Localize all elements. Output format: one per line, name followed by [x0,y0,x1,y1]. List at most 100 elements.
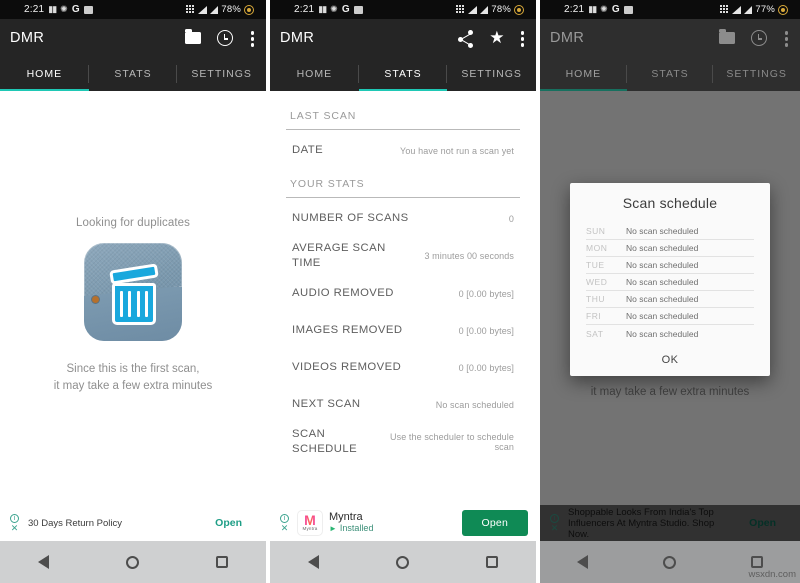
app-bar: DMR ★ [270,19,536,57]
row-label: VIDEOS REMOVED [292,361,402,373]
row-label: NUMBER OF SCANS [292,212,409,224]
trash-bin-icon [109,263,159,325]
ad-open-button[interactable]: Open [461,510,528,536]
table-row[interactable]: NUMBER OF SCANS 0 [286,200,520,237]
nav-home-icon[interactable] [125,555,139,569]
signal-icon-2 [744,5,753,14]
tab-home[interactable]: HOME [540,57,627,91]
status-bar-left: 2:21 ▮▮ ✺ G [276,4,363,15]
ad-close-icon[interactable]: ✕ [11,524,19,533]
stats-list: LAST SCAN DATE You have not run a scan y… [270,91,536,521]
row-value: You have not run a scan yet [400,145,514,156]
row-value: Use the scheduler to schedule scan [390,432,514,452]
nav-back-icon[interactable] [38,555,50,569]
tab-home[interactable]: HOME [0,57,89,91]
table-row[interactable]: SCAN SCHEDULE Use the scheduler to sched… [286,423,520,461]
app-bar-actions [718,29,791,47]
ad-info-icon[interactable]: i [280,514,289,523]
app-title: DMR [10,30,45,46]
mail-icon: ▮▮ [318,4,327,14]
overflow-menu-icon[interactable] [250,31,254,47]
day-label: THU [586,294,605,304]
tab-settings[interactable]: SETTINGS [713,57,800,91]
system-nav-bar [0,541,266,583]
status-bar: 2:21 ▮▮ ✺ G 78% [0,0,266,19]
tab-stats[interactable]: STATS [627,57,714,91]
section-divider [286,197,520,198]
table-row[interactable]: AUDIO REMOVED 0 [0.00 bytes] [286,275,520,312]
list-item[interactable]: TUE No scan scheduled [586,257,754,274]
star-icon[interactable]: ★ [489,29,504,46]
status-bar-right: 78% [455,4,530,15]
ad-banner[interactable]: i ✕ 30 Days Return Policy Open [0,505,266,541]
day-value: No scan scheduled [626,226,699,236]
battery-percent: 77% [755,4,775,15]
first-scan-note-line1: Since this is the first scan, [66,363,200,375]
battery-percent: 78% [491,4,511,15]
image-icon [353,5,363,14]
tab-settings[interactable]: SETTINGS [447,57,536,91]
app-title: DMR [550,30,585,46]
ad-text: 30 Days Return Policy [28,517,122,529]
row-value: 0 [0.00 bytes] [458,325,514,336]
ad-app-block: M Myntra Myntra ► Installed [297,510,373,536]
table-row[interactable]: NEXT SCAN No scan scheduled [286,386,520,423]
list-item[interactable]: FRI No scan scheduled [586,308,754,325]
first-scan-note: Since this is the first scan, it may tak… [54,361,213,395]
day-label: SAT [586,328,604,339]
tab-home[interactable]: HOME [270,57,359,91]
section-title-your-stats: YOUR STATS [290,178,365,190]
list-item[interactable]: SAT No scan scheduled [586,325,754,342]
row-value: 3 minutes 00 seconds [424,251,514,261]
day-value: No scan scheduled [626,260,699,270]
row-value: 0 [508,213,514,224]
dots-icon: ✺ [60,4,68,14]
list-item[interactable]: WED No scan scheduled [586,274,754,291]
day-value: No scan scheduled [626,243,699,253]
nav-back-icon[interactable] [308,555,320,569]
tab-settings[interactable]: SETTINGS [177,57,266,91]
table-row[interactable]: VIDEOS REMOVED 0 [0.00 bytes] [286,349,520,386]
list-item[interactable]: THU No scan scheduled [586,291,754,308]
nav-recents-icon[interactable] [485,556,498,568]
nav-back-icon[interactable] [577,555,589,569]
table-row[interactable]: IMAGES REMOVED 0 [0.00 bytes] [286,312,520,349]
table-row[interactable]: AVERAGE SCAN TIME 3 minutes 00 seconds [286,237,520,275]
ad-open-button[interactable]: Open [215,517,258,529]
nav-recents-icon[interactable] [215,556,228,568]
ad-info-icon[interactable]: i [10,514,19,523]
tab-stats[interactable]: STATS [359,57,448,91]
ad-installed-status: ► Installed [329,523,373,534]
list-item[interactable]: SUN No scan scheduled [586,223,754,240]
share-icon[interactable] [457,30,475,48]
tab-bar: HOME STATS SETTINGS [0,57,266,91]
mail-icon: ▮▮ [48,4,57,14]
row-label: AUDIO REMOVED [292,287,394,299]
battery-percent: 78% [221,4,241,15]
first-scan-note-line2: it may take a few extra minutes [53,380,213,392]
signal-icon-2 [480,5,489,14]
nav-home-icon[interactable] [395,555,409,569]
ad-banner[interactable]: i ✕ M Myntra Myntra ► Installed Open [270,505,536,541]
clock-icon[interactable] [216,29,235,47]
stats-content: LAST SCAN DATE You have not run a scan y… [270,91,536,521]
battery-ring-icon [778,4,788,15]
dialog-title: Scan schedule [622,195,718,211]
home-content: Looking for duplicates Since this is the… [0,91,266,521]
overflow-menu-icon[interactable] [520,31,524,47]
watermark: wsxdn.com [748,569,796,580]
table-row[interactable]: DATE You have not run a scan yet [286,132,520,169]
nav-recents-icon[interactable] [750,556,763,568]
section-title-last-scan: LAST SCAN [290,110,357,122]
nav-home-icon[interactable] [662,555,676,569]
clock-icon[interactable] [750,29,769,47]
overflow-menu-icon[interactable] [784,31,788,47]
ad-close-icon[interactable]: ✕ [281,524,289,533]
list-item[interactable]: MON No scan scheduled [586,240,754,257]
tab-bar: HOME STATS SETTINGS [270,57,536,91]
tab-stats[interactable]: STATS [89,57,178,91]
dialog-ok-button[interactable]: OK [570,354,770,366]
folder-icon[interactable] [184,29,203,47]
folder-icon[interactable] [718,29,737,47]
play-store-icon: ► [329,524,337,533]
